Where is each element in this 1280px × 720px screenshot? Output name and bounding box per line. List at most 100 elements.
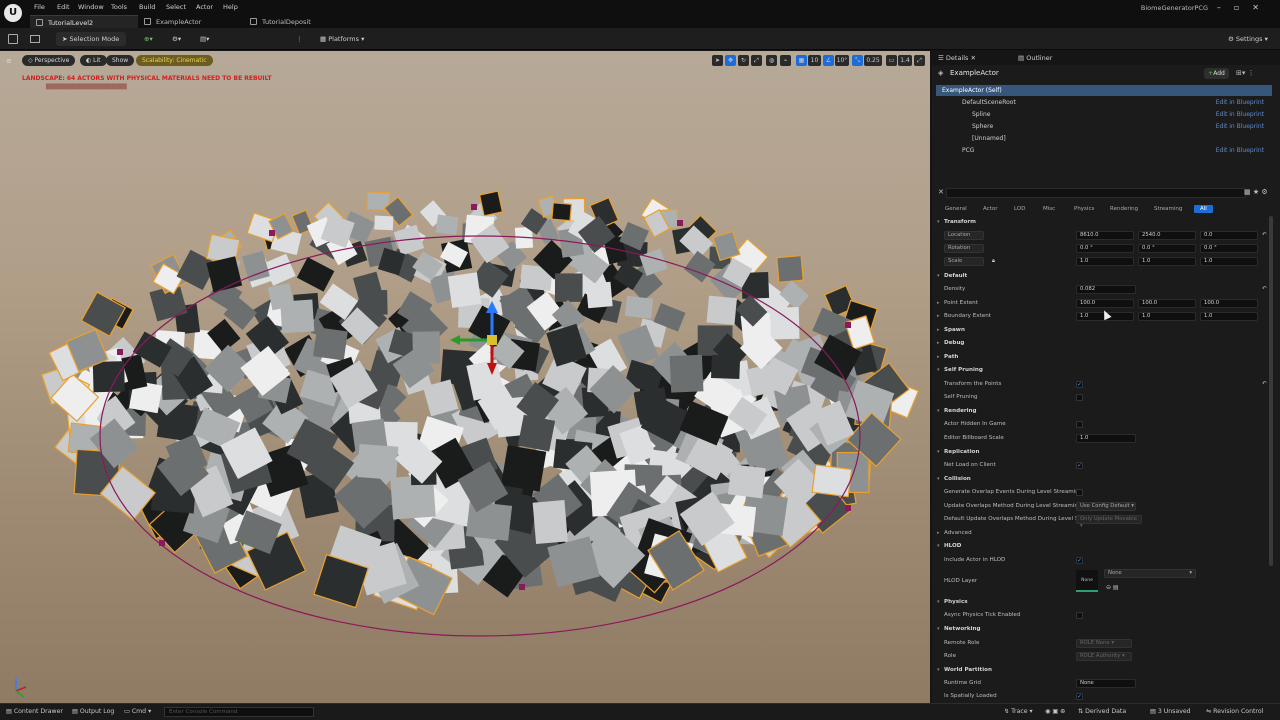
lock-icon[interactable]: 🔒︎: [992, 255, 995, 268]
status-icons[interactable]: ◉ ▣ ⊕: [1045, 708, 1065, 715]
spline-point[interactable]: [677, 220, 683, 226]
section-transform[interactable]: ▾ Transform: [934, 216, 1270, 229]
scale-y[interactable]: 1.0: [1138, 257, 1196, 266]
tree-item-defaultsceneroot[interactable]: DefaultSceneRoot Edit in Blueprint: [936, 97, 1272, 108]
trace-button[interactable]: ↯ Trace ▾: [1004, 708, 1033, 715]
spatially-loaded-checkbox[interactable]: ✓: [1076, 693, 1083, 700]
section-networking[interactable]: ▾ Networking: [934, 623, 1270, 636]
net-load-checkbox[interactable]: ✓: [1076, 462, 1083, 469]
scale-tool-icon[interactable]: ⤢: [751, 55, 762, 66]
output-log-button[interactable]: ▤ Output Log: [72, 708, 114, 715]
section-advanced[interactable]: ▸ Advanced: [934, 527, 1270, 540]
hlod-layer-dropdown[interactable]: None ▾: [1104, 569, 1196, 578]
filter-physics[interactable]: Physics: [1071, 205, 1097, 213]
menu-select[interactable]: Select: [166, 3, 186, 11]
filter-all[interactable]: All: [1194, 205, 1213, 213]
tab-tutoriallevel2[interactable]: TutorialLevel2: [30, 15, 138, 28]
menu-actor[interactable]: Actor: [196, 3, 213, 11]
blueprint-menu-icon[interactable]: ⚙▾: [172, 32, 181, 46]
section-replication[interactable]: ▾ Replication: [934, 446, 1270, 459]
spline-point[interactable]: [519, 584, 525, 590]
filter-actor[interactable]: Actor: [980, 205, 1000, 213]
settings-button[interactable]: ⚙ Settings ▾: [1228, 32, 1268, 46]
save-icon[interactable]: [8, 34, 18, 44]
section-world-partition[interactable]: ▾ World Partition: [934, 664, 1270, 677]
menu-build[interactable]: Build: [139, 3, 155, 11]
transform-points-checkbox[interactable]: ✓: [1076, 381, 1083, 388]
tree-item-sphere[interactable]: Sphere Edit in Blueprint: [936, 121, 1272, 132]
spline-point[interactable]: [117, 349, 123, 355]
actor-name[interactable]: ExampleActor: [950, 69, 999, 77]
spline-point[interactable]: [471, 204, 477, 210]
filter-streaming[interactable]: Streaming: [1151, 205, 1185, 213]
location-dropdown[interactable]: Location: [944, 231, 984, 240]
rotate-tool-icon[interactable]: ↻: [738, 55, 749, 66]
filter-lod[interactable]: LOD: [1011, 205, 1028, 213]
camera-speed-value[interactable]: 1.4: [898, 55, 912, 66]
default-update-dropdown[interactable]: Only Update Movable ▾: [1076, 515, 1142, 529]
location-x[interactable]: 8610.0: [1076, 231, 1134, 240]
rotation-dropdown[interactable]: Rotation: [944, 244, 984, 253]
scale-dropdown[interactable]: Scale: [944, 257, 984, 266]
details-scrollbar[interactable]: [1269, 216, 1273, 566]
platforms-dropdown[interactable]: ▦ Platforms ▾: [320, 32, 364, 46]
perspective-button[interactable]: ◇ Perspective: [22, 55, 76, 66]
spline-point[interactable]: [159, 540, 165, 546]
translate-tool-icon[interactable]: ✥: [725, 55, 736, 66]
menu-tools[interactable]: Tools: [111, 3, 127, 11]
cinematics-icon[interactable]: ▤▾: [200, 32, 209, 46]
maximize-viewport-icon[interactable]: ⤢: [914, 55, 925, 66]
spline-point[interactable]: [845, 322, 851, 328]
tree-item-self[interactable]: ExampleActor (Self): [936, 85, 1272, 96]
boundary-extent-y[interactable]: 1.0: [1138, 312, 1196, 321]
close-search-icon[interactable]: ✕: [938, 188, 944, 196]
section-physics[interactable]: ▾ Physics: [934, 596, 1270, 609]
section-default[interactable]: ▾ Default: [934, 270, 1270, 283]
tab-details[interactable]: ☰ Details ✕: [938, 54, 976, 62]
revision-control-button[interactable]: ⇋ Revision Control: [1206, 708, 1263, 715]
tab-tutorialdeposit[interactable]: TutorialDeposit: [244, 15, 354, 28]
rotation-x[interactable]: 0.0 °: [1076, 244, 1134, 253]
spline-point[interactable]: [269, 230, 275, 236]
cmd-dropdown[interactable]: ▭ Cmd ▾: [124, 708, 151, 715]
add-component-button[interactable]: +Add: [1204, 68, 1229, 79]
self-pruning-checkbox[interactable]: [1076, 394, 1083, 401]
content-browser-icon[interactable]: [30, 35, 40, 43]
scale-snap-value[interactable]: 0.25: [864, 55, 882, 66]
surface-snap-icon[interactable]: ⌁: [780, 55, 791, 66]
window-controls[interactable]: –▫✕: [1217, 3, 1272, 12]
reset-icon[interactable]: ↶: [1262, 283, 1267, 296]
filter-misc[interactable]: Misc: [1040, 205, 1058, 213]
content-drawer-button[interactable]: ▤ Content Drawer: [6, 708, 63, 715]
blueprint-options-icon[interactable]: ⊞▾ ⋮: [1236, 69, 1255, 77]
section-spawn[interactable]: ▸ Spawn: [934, 324, 1270, 337]
gen-overlap-checkbox[interactable]: [1076, 489, 1083, 496]
menu-help[interactable]: Help: [223, 3, 238, 11]
point-extent-y[interactable]: 100.0: [1138, 299, 1196, 308]
remote-role-dropdown[interactable]: ROLE None ▾: [1076, 639, 1132, 648]
world-space-icon[interactable]: ◍: [766, 55, 777, 66]
tab-outliner[interactable]: ▤ Outliner: [1018, 54, 1052, 62]
angle-snap-value[interactable]: 10°: [835, 55, 849, 66]
async-physics-checkbox[interactable]: [1076, 612, 1083, 619]
location-y[interactable]: 2540.0: [1138, 231, 1196, 240]
role-dropdown[interactable]: ROLE Authority ▾: [1076, 652, 1132, 661]
tab-exampleactor[interactable]: ExampleActor: [138, 15, 244, 28]
filter-icons[interactable]: ▦ ★ ⚙: [1244, 188, 1268, 196]
camera-speed-icon[interactable]: ▭: [886, 55, 897, 66]
billboard-scale-field[interactable]: 1.0: [1076, 434, 1136, 443]
section-self-pruning[interactable]: ▾ Self Pruning: [934, 364, 1270, 377]
update-overlaps-dropdown[interactable]: Use Config Default ▾: [1076, 502, 1136, 511]
section-rendering[interactable]: ▾ Rendering: [934, 405, 1270, 418]
boundary-extent-z[interactable]: 1.0: [1200, 312, 1258, 321]
lit-button[interactable]: ◐ Lit: [80, 55, 107, 66]
more-options-icon[interactable]: ⋮: [296, 32, 303, 46]
hamburger-icon[interactable]: ≡: [6, 57, 12, 65]
derived-data-button[interactable]: ⇅ Derived Data: [1078, 708, 1126, 715]
menu-edit[interactable]: Edit: [57, 3, 70, 11]
tree-item-spline[interactable]: Spline Edit in Blueprint: [936, 109, 1272, 120]
include-hlod-checkbox[interactable]: ✓: [1076, 557, 1083, 564]
browse-icons[interactable]: ⊖ ▤: [1106, 581, 1119, 594]
reset-icon[interactable]: ↶: [1262, 378, 1267, 391]
scale-z[interactable]: 1.0: [1200, 257, 1258, 266]
